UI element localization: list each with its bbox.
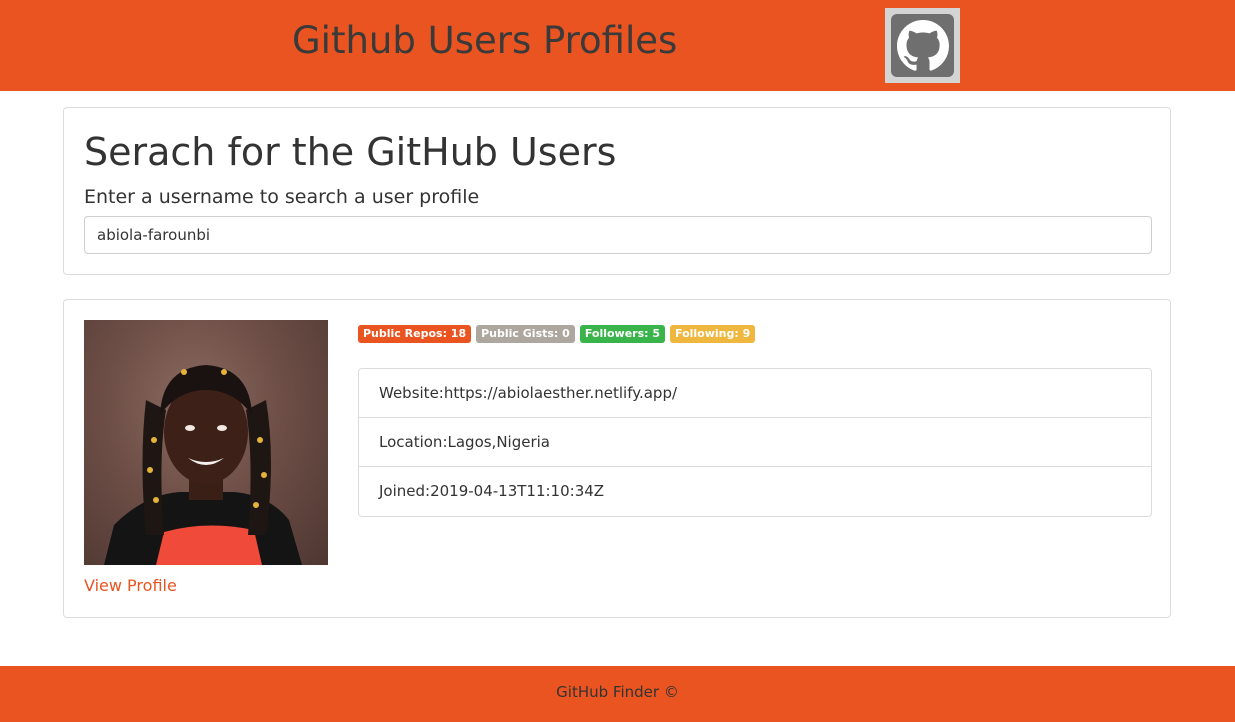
avatar <box>84 320 328 565</box>
view-profile-link[interactable]: View Profile <box>84 576 177 595</box>
github-icon <box>891 14 954 77</box>
public-repos-badge: Public Repos: 18 <box>358 325 472 343</box>
search-heading: Serach for the GitHub Users <box>84 130 617 174</box>
app-title: Github Users Profiles <box>292 19 678 62</box>
followers-badge: Followers: 5 <box>579 325 666 343</box>
search-subheading: Enter a username to search a user profil… <box>84 186 480 208</box>
github-logo <box>885 8 960 83</box>
footer-text: GitHub Finder © <box>556 683 679 701</box>
app-footer: GitHub Finder © <box>0 666 1235 722</box>
following-badge: Following: 9 <box>670 325 756 343</box>
stats-badges: Public Repos: 18 Public Gists: 0 Followe… <box>358 325 756 343</box>
search-card: Serach for the GitHub Users Enter a user… <box>63 107 1171 275</box>
public-gists-badge: Public Gists: 0 <box>476 325 575 343</box>
website-item: Website:https://abiolaesther.netlify.app… <box>359 369 1151 418</box>
location-item: Location:Lagos,Nigeria <box>359 418 1151 467</box>
profile-card: View Profile Public Repos: 18 Public Gis… <box>63 299 1171 618</box>
app-header: Github Users Profiles <box>0 0 1235 91</box>
search-input[interactable] <box>84 216 1152 254</box>
joined-item: Joined:2019-04-13T11:10:34Z <box>379 482 605 500</box>
profile-info-list: Website:https://abiolaesther.netlify.app… <box>358 368 1152 517</box>
